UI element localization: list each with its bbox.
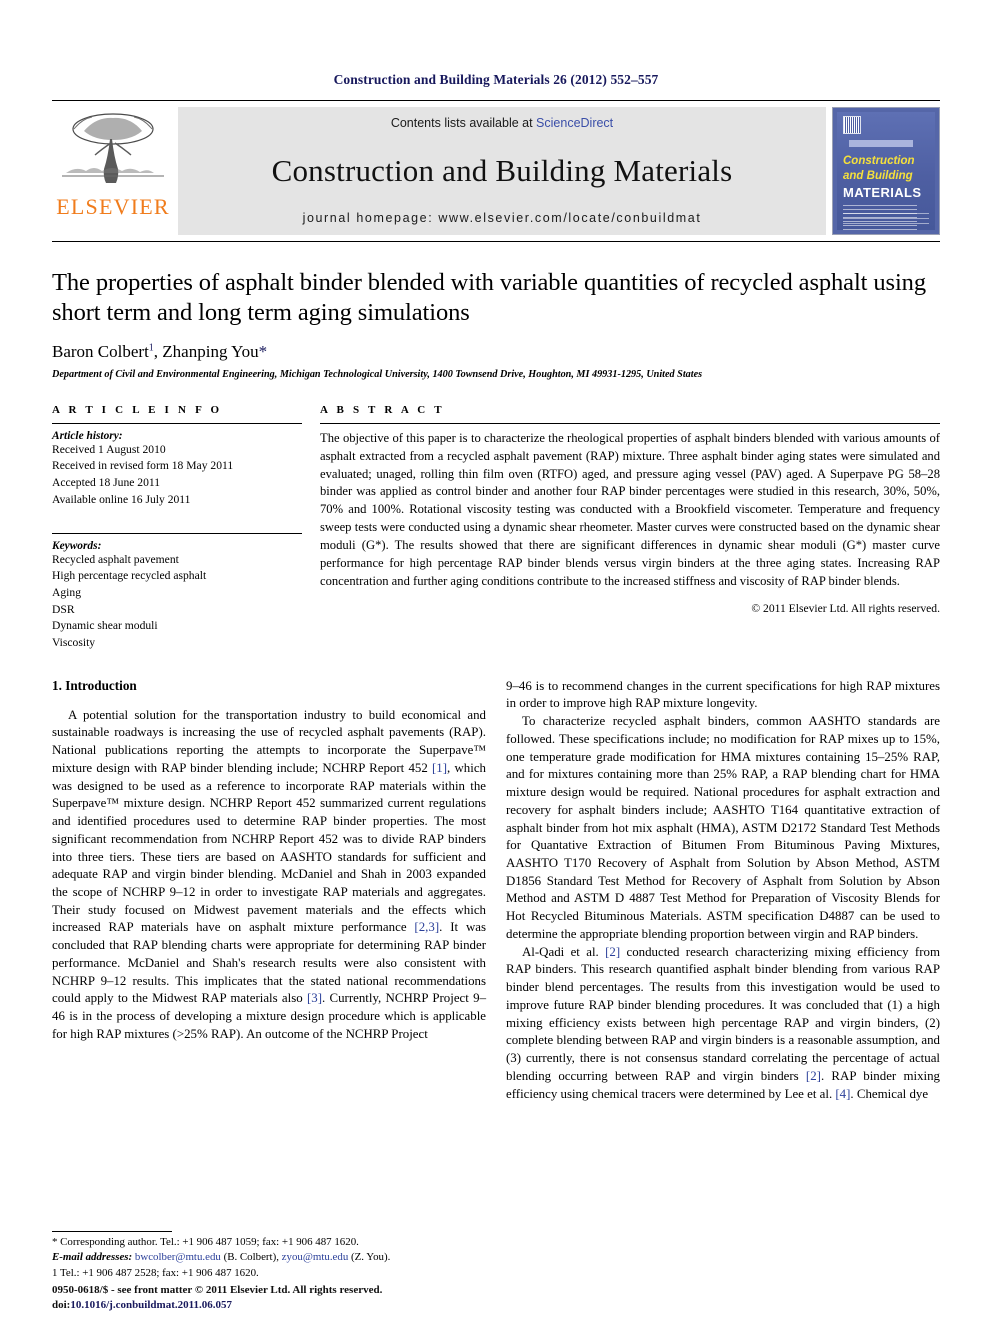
paragraph-intro-continued: 9–46 is to recommend changes in the curr… bbox=[506, 678, 940, 711]
keyword-item: Recycled asphalt pavement bbox=[52, 552, 179, 566]
keywords-label: Keywords: bbox=[52, 539, 102, 552]
footnote-emails: E-mail addresses: bwcolber@mtu.edu (B. C… bbox=[52, 1250, 486, 1265]
section-title-introduction: 1. Introduction bbox=[52, 677, 137, 693]
article-info-heading: A R T I C L E I N F O bbox=[52, 403, 223, 416]
footnote-author-one-tel: 1 Tel.: +1 906 487 2528; fax: +1 906 487… bbox=[52, 1266, 259, 1279]
doi-link[interactable]: 10.1016/j.conbuildmat.2011.06.057 bbox=[70, 1299, 232, 1311]
corresponding-author-marker[interactable]: * bbox=[259, 342, 268, 361]
citation-link[interactable]: [2] bbox=[806, 1069, 821, 1083]
email-name-you: (Z. You). bbox=[348, 1251, 391, 1264]
journal-cover-thumbnail[interactable]: Construction and Building MATERIALS bbox=[832, 107, 940, 235]
issn-copyright-line: 0950-0618/$ - see front matter © 2011 El… bbox=[52, 1284, 383, 1297]
footnote-corresponding-author: * Corresponding author. Tel.: +1 906 487… bbox=[52, 1235, 359, 1248]
paragraph-intro-1: A potential solution for the transportat… bbox=[52, 707, 486, 1044]
journal-banner: Contents lists available at ScienceDirec… bbox=[178, 107, 826, 235]
journal-title: Construction and Building Materials bbox=[271, 152, 733, 188]
keyword-item: DSR bbox=[52, 602, 75, 616]
cover-logo-icon bbox=[843, 116, 861, 134]
citation-link[interactable]: [2] bbox=[605, 945, 620, 959]
cover-top-bar bbox=[849, 140, 913, 147]
email-link-colbert[interactable]: bwcolber@mtu.edu bbox=[135, 1251, 221, 1263]
running-head: Construction and Building Materials 26 (… bbox=[333, 72, 659, 87]
doi-line: doi:10.1016/j.conbuildmat.2011.06.057 bbox=[52, 1298, 522, 1313]
body-column-left: 1. Introduction A potential solution for… bbox=[52, 678, 486, 1104]
contents-prefix: Contents lists available at bbox=[390, 116, 537, 130]
doi-label: doi: bbox=[52, 1299, 71, 1312]
keyword-item: Dynamic shear moduli bbox=[52, 619, 158, 633]
cover-title-line3: MATERIALS bbox=[843, 184, 922, 200]
history-accepted: Accepted 18 June 2011 bbox=[52, 476, 161, 490]
history-online: Available online 16 July 2011 bbox=[52, 492, 191, 506]
para-text: A potential solution for the transportat… bbox=[52, 707, 486, 775]
keywords-rule bbox=[52, 532, 302, 534]
citation-link[interactable]: [4] bbox=[835, 1087, 850, 1101]
email-label: E-mail addresses: bbox=[52, 1251, 133, 1264]
footnotes-block: * Corresponding author. Tel.: +1 906 487… bbox=[52, 1230, 486, 1281]
abstract-heading: A B S T R A C T bbox=[320, 403, 445, 416]
footnote-rule bbox=[52, 1230, 172, 1232]
author-one: Baron Colbert bbox=[52, 341, 149, 361]
para-text: . Chemical dye bbox=[850, 1086, 929, 1101]
abstract-column: A B S T R A C T The objective of this pa… bbox=[320, 404, 940, 652]
para-text: conducted research characterizing mixing… bbox=[506, 944, 940, 1083]
citation-link[interactable]: [3] bbox=[307, 991, 322, 1005]
article-info-rule bbox=[52, 422, 302, 424]
cover-inner: Construction and Building MATERIALS bbox=[837, 112, 935, 231]
cover-footer-text bbox=[843, 213, 929, 225]
imprint-block: 0950-0618/$ - see front matter © 2011 El… bbox=[52, 1283, 522, 1313]
contents-list-line: Contents lists available at ScienceDirec… bbox=[391, 116, 613, 130]
para-text: , which was designed to be used as a ref… bbox=[52, 760, 486, 935]
abstract-copyright: © 2011 Elsevier Ltd. All rights reserved… bbox=[751, 601, 940, 615]
author-two: , Zhanping You bbox=[153, 341, 259, 361]
body-columns: 1. Introduction A potential solution for… bbox=[52, 678, 940, 1104]
keyword-item: Aging bbox=[52, 585, 81, 599]
paragraph-aashto-standards: To characterize recycled asphalt binders… bbox=[506, 714, 940, 941]
email-link-you[interactable]: zyou@mtu.edu bbox=[282, 1251, 349, 1263]
keyword-item: Viscosity bbox=[52, 635, 96, 649]
email-name-colbert: (B. Colbert), bbox=[220, 1251, 282, 1264]
info-abstract-row: A R T I C L E I N F O Article history: R… bbox=[52, 404, 940, 652]
elsevier-logo: ELSEVIER bbox=[52, 107, 174, 218]
para-text: Al-Qadi et al. bbox=[522, 944, 606, 959]
page-title: The properties of asphalt binder blended… bbox=[52, 269, 926, 327]
citation-link[interactable]: [1] bbox=[432, 761, 447, 775]
body-column-right: 9–46 is to recommend changes in the curr… bbox=[506, 678, 940, 1104]
affiliation: Department of Civil and Environmental En… bbox=[52, 368, 703, 380]
article-history-label: Article history: bbox=[52, 429, 123, 442]
paragraph-alqadi: Al-Qadi et al. [2] conducted research ch… bbox=[506, 944, 940, 1104]
history-revised: Received in revised form 18 May 2011 bbox=[52, 459, 234, 473]
cover-title-line2: and Building bbox=[843, 170, 913, 183]
keyword-item: High percentage recycled asphalt bbox=[52, 569, 207, 583]
abstract-text: The objective of this paper is to charac… bbox=[320, 430, 940, 588]
elsevier-wordmark: ELSEVIER bbox=[56, 194, 170, 219]
paper-page: Construction and Building Materials 26 (… bbox=[0, 0, 992, 1323]
abstract-rule bbox=[320, 422, 940, 424]
journal-masthead: ELSEVIER Contents lists available at Sci… bbox=[52, 100, 940, 239]
journal-homepage-link[interactable]: journal homepage: www.elsevier.com/locat… bbox=[303, 211, 702, 225]
sciencedirect-link[interactable]: ScienceDirect bbox=[536, 116, 613, 130]
article-info-column: A R T I C L E I N F O Article history: R… bbox=[52, 404, 302, 652]
title-block: The properties of asphalt binder blended… bbox=[52, 242, 940, 380]
cover-title-line1: Construction bbox=[843, 155, 915, 167]
history-received: Received 1 August 2010 bbox=[52, 442, 166, 456]
author-list: Baron Colbert1, Zhanping You* bbox=[52, 342, 940, 362]
citation-link[interactable]: [2,3] bbox=[414, 920, 439, 934]
elsevier-tree-icon bbox=[62, 113, 164, 183]
